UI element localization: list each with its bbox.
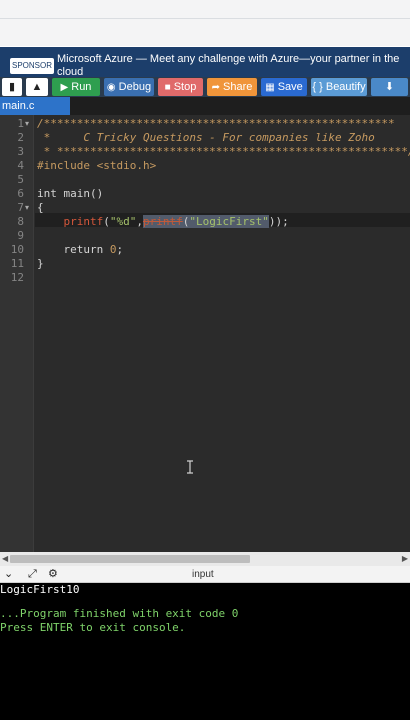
code-token-selected: printf — [143, 215, 183, 228]
io-title: input — [192, 569, 214, 580]
line-number: 9 — [17, 229, 24, 242]
browser-top-strip — [0, 0, 410, 46]
code-token: printf — [63, 215, 104, 228]
file-tabs: main.c — [0, 97, 410, 115]
line-number: 11 — [10, 257, 24, 270]
code-line: } — [37, 257, 44, 270]
play-icon: ▶ — [60, 82, 69, 93]
stop-label: Stop — [173, 81, 197, 93]
code-line: return 0; — [37, 243, 124, 257]
line-number: 5 — [17, 173, 24, 186]
code-token: ( — [103, 215, 110, 228]
code-line: { — [37, 201, 44, 214]
sponsor-banner[interactable]: SPONSOR Microsoft Azure — Meet any chall… — [0, 47, 410, 77]
code-line: printf("%d",printf("LogicFirst")); — [37, 215, 289, 229]
line-number: 10 — [10, 243, 24, 256]
file-icon: ▮ — [8, 81, 16, 93]
line-number: 6 — [17, 187, 24, 200]
console-line: ...Program finished with exit code 0 — [0, 607, 239, 620]
save-button[interactable]: ▦ Save — [261, 78, 307, 96]
chevron-down-icon[interactable]: ⌄ — [4, 568, 13, 581]
share-button[interactable]: ➦ Share — [207, 78, 257, 96]
new-file-button[interactable]: ▮ — [2, 78, 22, 96]
scroll-right-icon[interactable]: ▶ — [402, 554, 408, 563]
line-number: 1 — [17, 117, 24, 130]
line-number: 12 — [10, 271, 24, 284]
debug-label: Debug — [118, 81, 152, 93]
upload-icon: ▲ — [31, 81, 43, 93]
io-panel-header: ⌄ ⤢ ⚙ input — [0, 566, 410, 583]
text-cursor-icon — [187, 460, 193, 474]
code-token: return — [63, 243, 104, 256]
fold-icon[interactable]: ▾ — [25, 201, 29, 215]
code-token: )); — [268, 215, 289, 228]
line-number: 7 — [17, 201, 24, 214]
download-button[interactable]: ⬇ — [371, 78, 408, 96]
code-token: 0 — [109, 243, 117, 256]
console-output[interactable]: LogicFirst10 ...Program finished with ex… — [0, 583, 410, 720]
upload-button[interactable]: ▲ — [26, 78, 48, 96]
line-number: 4 — [17, 159, 24, 172]
save-icon: ▦ — [265, 82, 275, 93]
beautify-label: { } Beautify — [312, 81, 366, 93]
settings-icon[interactable]: ⚙ — [48, 568, 58, 581]
horizontal-scrollbar[interactable]: ◀ ▶ — [0, 552, 410, 566]
line-number: 8 — [17, 215, 24, 228]
beautify-button[interactable]: { } Beautify — [311, 78, 367, 96]
stop-button[interactable]: ■ Stop — [158, 78, 203, 96]
code-line: #include <stdio.h> — [37, 159, 157, 172]
share-label: Share — [223, 81, 253, 93]
scrollbar-thumb[interactable] — [10, 555, 250, 563]
run-button[interactable]: ▶ Run — [52, 78, 100, 96]
sponsor-text[interactable]: Microsoft Azure — Meet any challenge wit… — [57, 53, 402, 77]
stop-icon: ■ — [164, 82, 171, 93]
line-number: 3 — [17, 145, 24, 158]
line-number: 2 — [17, 131, 24, 144]
console-line: LogicFirst10 — [0, 583, 80, 596]
sponsor-tag: SPONSOR — [10, 58, 55, 74]
code-line: int main() — [37, 187, 104, 200]
tab-main-c[interactable]: main.c — [0, 97, 70, 115]
debug-button[interactable]: ◉ Debug — [104, 78, 154, 96]
code-token: ; — [116, 243, 124, 256]
code-line: * **************************************… — [37, 145, 410, 158]
line-gutter: 1 ▾ 2 3 4 5 6 7 ▾ 8 9 10 11 12 — [0, 115, 34, 552]
top-divider — [0, 18, 410, 19]
code-token: , — [136, 215, 143, 228]
console-line: Press ENTER to exit console. — [0, 621, 186, 634]
debug-icon: ◉ — [106, 82, 116, 93]
save-label: Save — [277, 81, 303, 93]
code-line: /***************************************… — [37, 117, 395, 130]
run-label: Run — [71, 81, 92, 93]
code-area[interactable]: /***************************************… — [37, 115, 410, 552]
code-editor[interactable]: 1 ▾ 2 3 4 5 6 7 ▾ 8 9 10 11 12 /********… — [0, 115, 410, 552]
scroll-left-icon[interactable]: ◀ — [2, 554, 8, 563]
toolbar: ▮ ▲ ▶ Run ◉ Debug ■ Stop ➦ Share ▦ Save { } B… — [0, 77, 410, 97]
code-token: "%d" — [109, 215, 137, 228]
share-icon: ➦ — [211, 82, 221, 93]
code-line: * C Tricky Questions - For companies lik… — [37, 131, 375, 144]
code-token-selected: "LogicFirst" — [189, 215, 269, 228]
expand-icon[interactable]: ⤢ — [28, 568, 37, 581]
download-icon: ⬇ — [384, 81, 395, 93]
fold-icon[interactable]: ▾ — [25, 117, 29, 131]
